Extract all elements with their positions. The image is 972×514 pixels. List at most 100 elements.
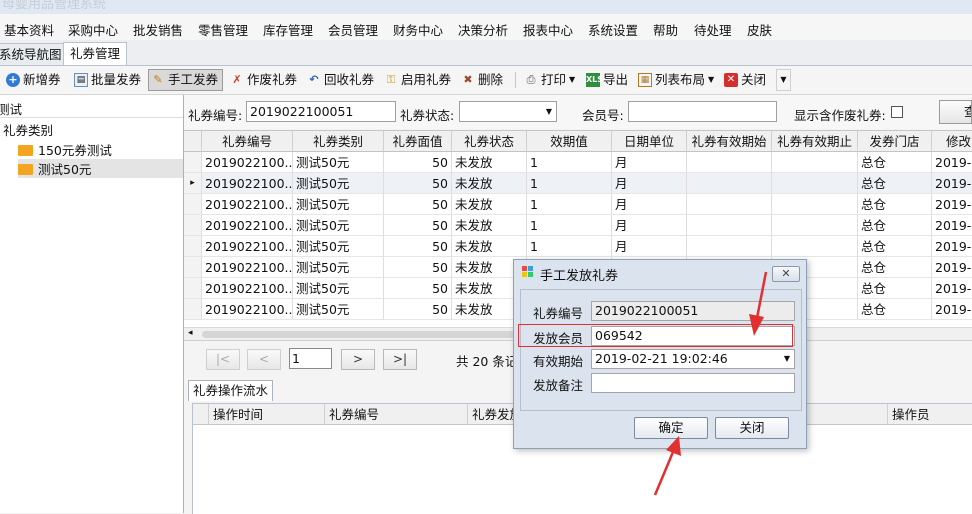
cell-modified[interactable]: 2019-0 xyxy=(932,215,972,236)
delete-button[interactable]: ✖ 删除 xyxy=(459,69,505,91)
cell-store[interactable]: 总仓 xyxy=(858,173,932,194)
cell-store[interactable]: 总仓 xyxy=(858,299,932,320)
menu-item-help[interactable]: 帮助 xyxy=(653,20,678,39)
cell-code[interactable]: 2019022100... xyxy=(202,152,293,173)
cell-category[interactable]: 测试50元 xyxy=(293,173,384,194)
toolbar-overflow-button[interactable]: ▼ xyxy=(776,69,791,91)
cell-category[interactable]: 测试50元 xyxy=(293,236,384,257)
cell-valid-start[interactable] xyxy=(687,236,772,257)
tree-category-node[interactable]: 礼券类别 xyxy=(3,120,53,139)
cell-face-value[interactable]: 50 xyxy=(384,173,452,194)
cell-face-value[interactable]: 50 xyxy=(384,215,452,236)
dialog-note-input[interactable] xyxy=(591,373,795,393)
row-selector[interactable] xyxy=(184,278,202,299)
cell-code[interactable]: 2019022100... xyxy=(202,215,293,236)
cell-code[interactable]: 2019022100... xyxy=(202,236,293,257)
recall-coupon-button[interactable]: ↶ 回收礼券 xyxy=(305,69,376,91)
table-row[interactable]: 2019022100...测试50元50未发放1月 总仓2019-0 xyxy=(184,215,972,236)
tab-operation-log[interactable]: 礼券操作流水 xyxy=(188,380,274,401)
row-selector[interactable]: ▸ xyxy=(184,173,202,194)
row-selector[interactable] xyxy=(184,299,202,320)
cell-modified[interactable]: 2019-0 xyxy=(932,299,972,320)
cell-modified[interactable]: 2019-0 xyxy=(932,236,972,257)
row-selector[interactable] xyxy=(184,257,202,278)
batch-issue-button[interactable]: ▤ 批量发券 xyxy=(72,69,143,91)
cell-store[interactable]: 总仓 xyxy=(858,257,932,278)
log-header-operator[interactable]: 操作员 xyxy=(888,404,972,425)
cell-validity-value[interactable]: 1 xyxy=(527,236,612,257)
menu-item-retail[interactable]: 零售管理 xyxy=(198,20,248,39)
cell-date-unit[interactable]: 月 xyxy=(612,215,687,236)
cell-modified[interactable]: 2019-0 xyxy=(932,194,972,215)
list-layout-button[interactable]: ▦ 列表布局 ▼ xyxy=(636,69,716,91)
cell-status[interactable]: 未发放 xyxy=(452,236,527,257)
cell-store[interactable]: 总仓 xyxy=(858,236,932,257)
cell-face-value[interactable]: 50 xyxy=(384,194,452,215)
cell-modified[interactable]: 2019-0 xyxy=(932,173,972,194)
cell-face-value[interactable]: 50 xyxy=(384,278,452,299)
print-button[interactable]: ⎙ 打印 ▼ xyxy=(522,69,577,91)
menu-item-wholesale[interactable]: 批发销售 xyxy=(133,20,183,39)
add-coupon-button[interactable]: + 新增券 xyxy=(4,69,63,91)
coupon-code-input[interactable]: 2019022100051 xyxy=(246,101,396,122)
row-selector[interactable] xyxy=(184,152,202,173)
cell-validity-value[interactable]: 1 xyxy=(527,215,612,236)
last-page-button[interactable]: >| xyxy=(383,349,417,370)
cell-category[interactable]: 测试50元 xyxy=(293,299,384,320)
dialog-title-bar[interactable]: 手工发放礼券 ✕ xyxy=(514,260,806,286)
grid-header-validity-value[interactable]: 效期值 xyxy=(527,131,612,152)
search-button[interactable]: 查 xyxy=(939,100,972,124)
cell-category[interactable]: 测试50元 xyxy=(293,278,384,299)
cell-status[interactable]: 未发放 xyxy=(452,215,527,236)
tab-coupon-management[interactable]: 礼券管理 xyxy=(63,42,128,65)
log-header-time[interactable]: 操作时间 xyxy=(209,404,325,425)
cell-category[interactable]: 测试50元 xyxy=(293,152,384,173)
prev-page-button[interactable]: < xyxy=(247,349,281,370)
dialog-close-icon[interactable]: ✕ xyxy=(772,266,800,282)
dialog-code-field[interactable]: 2019022100051 xyxy=(591,301,795,321)
cell-validity-value[interactable]: 1 xyxy=(527,173,612,194)
grid-header-modified[interactable]: 修改 xyxy=(932,131,972,152)
menu-item-purchase[interactable]: 采购中心 xyxy=(68,20,118,39)
table-row[interactable]: ▸2019022100...测试50元50未发放1月 总仓2019-0 xyxy=(184,173,972,194)
cell-valid-start[interactable] xyxy=(687,152,772,173)
menu-item-analysis[interactable]: 决策分析 xyxy=(458,20,508,39)
cell-status[interactable]: 未发放 xyxy=(452,152,527,173)
menu-item-member[interactable]: 会员管理 xyxy=(328,20,378,39)
first-page-button[interactable]: |< xyxy=(206,349,240,370)
cell-face-value[interactable]: 50 xyxy=(384,152,452,173)
cell-modified[interactable]: 2019-0 xyxy=(932,257,972,278)
grid-header-date-unit[interactable]: 日期单位 xyxy=(612,131,687,152)
table-row[interactable]: 2019022100...测试50元50未发放1月 总仓2019-0 xyxy=(184,236,972,257)
manual-issue-button[interactable]: ✎ 手工发券 xyxy=(148,69,223,91)
member-no-input[interactable] xyxy=(628,101,777,122)
menu-item-finance[interactable]: 财务中心 xyxy=(393,20,443,39)
dialog-ok-button[interactable]: 确定 xyxy=(634,417,708,439)
next-page-button[interactable]: > xyxy=(341,349,375,370)
cell-code[interactable]: 2019022100... xyxy=(202,299,293,320)
row-selector[interactable] xyxy=(184,215,202,236)
cell-valid-end[interactable] xyxy=(772,194,858,215)
cell-status[interactable]: 未发放 xyxy=(452,173,527,194)
page-number-input[interactable]: 1 xyxy=(289,348,332,369)
log-header-code[interactable]: 礼券编号 xyxy=(325,404,468,425)
cell-category[interactable]: 测试50元 xyxy=(293,215,384,236)
show-void-checkbox[interactable] xyxy=(891,106,903,118)
row-selector[interactable] xyxy=(184,194,202,215)
cell-validity-value[interactable]: 1 xyxy=(527,152,612,173)
cell-date-unit[interactable]: 月 xyxy=(612,152,687,173)
cell-valid-start[interactable] xyxy=(687,194,772,215)
dialog-start-datepicker[interactable]: 2019-02-21 19:02:46 ▼ xyxy=(591,349,795,369)
table-row[interactable]: 2019022100...测试50元50未发放1月 总仓2019-0 xyxy=(184,194,972,215)
cell-valid-start[interactable] xyxy=(687,173,772,194)
cell-validity-value[interactable]: 1 xyxy=(527,194,612,215)
menu-item-inventory[interactable]: 库存管理 xyxy=(263,20,313,39)
coupon-status-select[interactable]: ▼ xyxy=(459,101,557,122)
close-button[interactable]: ✕ 关闭 xyxy=(722,69,768,91)
cell-store[interactable]: 总仓 xyxy=(858,215,932,236)
cell-date-unit[interactable]: 月 xyxy=(612,194,687,215)
menu-item-skin[interactable]: 皮肤 xyxy=(747,20,772,39)
cell-category[interactable]: 测试50元 xyxy=(293,194,384,215)
cell-store[interactable]: 总仓 xyxy=(858,278,932,299)
tab-navigation-map[interactable]: 系统导航图 xyxy=(0,43,69,64)
